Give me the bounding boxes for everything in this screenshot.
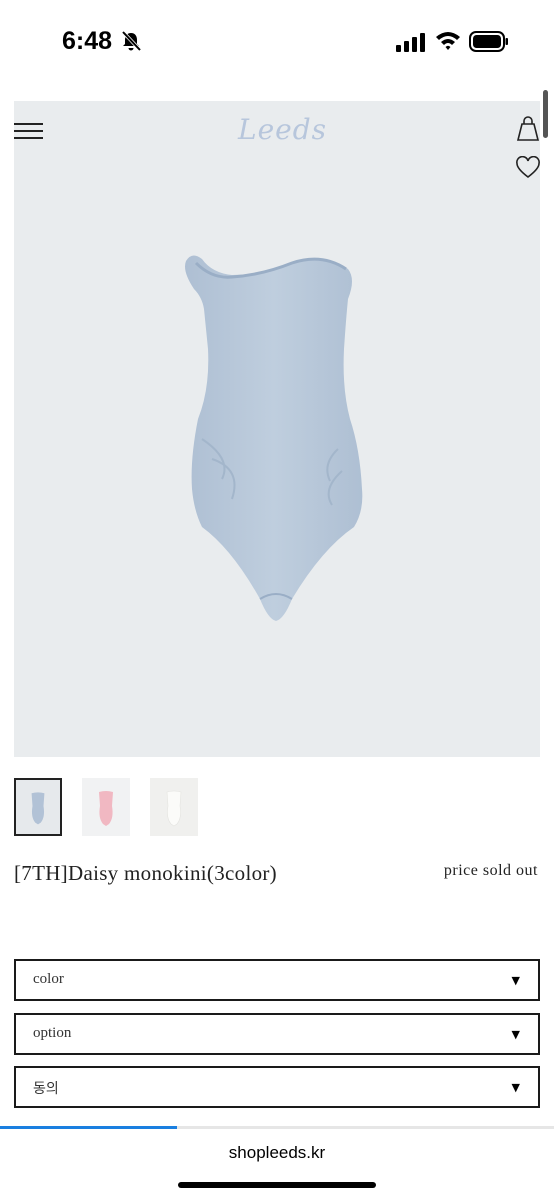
status-bar: 6:48 bbox=[0, 0, 554, 80]
thumbnail-white-swimsuit bbox=[166, 790, 182, 827]
swimsuit-image bbox=[185, 255, 363, 621]
product-price-status: price sold out bbox=[443, 862, 538, 879]
brand-logo[interactable]: Leeds bbox=[238, 113, 327, 146]
color-select[interactable]: color ▼ bbox=[14, 959, 540, 1001]
agreement-select-label: 동의 bbox=[33, 1081, 59, 1097]
wifi-icon bbox=[436, 32, 460, 50]
page-scrollbar[interactable] bbox=[543, 90, 548, 138]
option-select[interactable]: option ▼ bbox=[14, 1013, 540, 1055]
option-select-label: option bbox=[33, 1025, 72, 1041]
page-load-progress-fill bbox=[0, 1126, 178, 1129]
shopping-bag-icon[interactable] bbox=[516, 116, 540, 142]
thumbnail-white[interactable] bbox=[150, 778, 198, 836]
battery-icon bbox=[469, 31, 508, 52]
chevron-down-icon: ▼ bbox=[511, 1081, 520, 1094]
hamburger-menu-icon[interactable] bbox=[14, 122, 44, 140]
home-indicator[interactable] bbox=[178, 1182, 376, 1188]
status-time: 6:48 bbox=[62, 27, 113, 55]
thumbnail-pink[interactable] bbox=[82, 778, 130, 836]
thumbnail-pink-swimsuit bbox=[99, 791, 113, 826]
page-load-progress bbox=[0, 1126, 554, 1129]
address-bar-url[interactable]: shopleeds.kr bbox=[0, 1143, 554, 1163]
agreement-select[interactable]: 동의 ▼ bbox=[14, 1066, 540, 1108]
product-title: [7TH]Daisy monokini(3color) bbox=[14, 861, 277, 885]
color-select-label: color bbox=[33, 971, 64, 987]
thumbnail-blue[interactable] bbox=[14, 778, 62, 836]
product-hero-image: Leeds bbox=[14, 101, 540, 757]
bell-slash-icon bbox=[121, 30, 142, 52]
cellular-signal-icon bbox=[396, 33, 425, 52]
chevron-down-icon: ▼ bbox=[511, 974, 520, 987]
thumbnail-blue-swimsuit bbox=[31, 792, 45, 825]
heart-icon[interactable] bbox=[515, 156, 540, 180]
chevron-down-icon: ▼ bbox=[511, 1028, 520, 1041]
